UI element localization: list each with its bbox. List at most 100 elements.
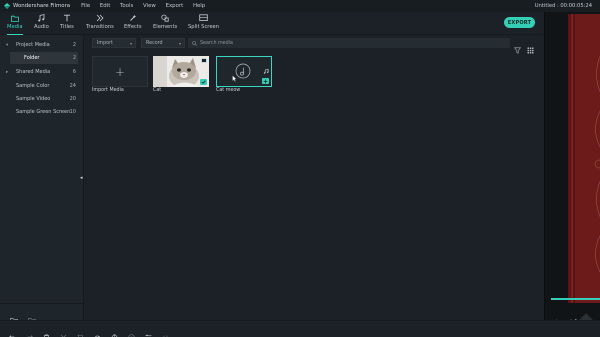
delete-folder-icon[interactable]: [28, 309, 36, 324]
import-media-label: Import Media: [92, 88, 124, 93]
sidebar-item-count: 24: [69, 83, 76, 89]
media-tile-cat-meow-label: Cat meow: [216, 88, 241, 93]
undo-icon[interactable]: [9, 326, 16, 337]
folder-icon: [10, 14, 19, 22]
search-icon: [192, 40, 197, 46]
new-folder-icon[interactable]: [10, 309, 18, 324]
document-title: Untitled : 00:00:05:24: [534, 3, 592, 9]
sidebar-item-count: 10: [69, 109, 76, 115]
playback-progress-bar[interactable]: [551, 298, 600, 300]
import-dropdown[interactable]: Import ▾: [92, 38, 136, 48]
tab-transitions[interactable]: Transitions: [86, 14, 114, 34]
menu-tools[interactable]: Tools: [120, 3, 133, 9]
add-to-timeline-icon[interactable]: [262, 78, 269, 84]
collapse-panel-handle[interactable]: ◂: [80, 175, 84, 181]
audio-mixer-icon[interactable]: [162, 326, 169, 337]
filmora-logo-icon: [3, 2, 11, 10]
tab-titles[interactable]: Titles: [60, 14, 74, 34]
menu-export[interactable]: Export: [166, 3, 184, 9]
sidebar-item-sample-video[interactable]: Sample Video 20: [0, 93, 84, 105]
tab-audio[interactable]: Audio: [34, 14, 49, 34]
sidebar-item-project-media[interactable]: ▾ Project Media 2: [0, 39, 84, 51]
mouse-cursor-icon: [232, 75, 237, 82]
tab-audio-label: Audio: [34, 24, 49, 30]
tab-elements-label: Elements: [153, 24, 178, 30]
menu-edit[interactable]: Edit: [100, 3, 110, 9]
tab-effects[interactable]: Effects: [124, 14, 142, 34]
menu-bar: File Edit Tools View Export Help: [81, 3, 213, 9]
import-media-tile[interactable]: +: [92, 56, 148, 87]
elements-icon: [161, 14, 170, 22]
previous-frame-icon[interactable]: [570, 310, 577, 326]
redo-icon[interactable]: [26, 326, 33, 337]
sidebar-item-label: Project Media: [16, 42, 50, 48]
ornament-pattern-image: [571, 14, 600, 303]
preview-video-frame: [568, 14, 600, 303]
menu-file[interactable]: File: [81, 3, 90, 9]
tab-split-screen[interactable]: Split Screen: [188, 14, 219, 34]
module-toolbar: Media Audio Titles Transitions Effects E…: [0, 12, 543, 35]
sidebar-footer: [0, 303, 84, 324]
import-dropdown-label: Import: [97, 40, 113, 46]
media-tile-cat[interactable]: [153, 56, 209, 87]
sidebar-item-label: Sample Color: [16, 83, 50, 89]
collapse-arrow-icon: ▸: [6, 69, 9, 75]
timeline-toolbar: [0, 320, 600, 337]
tab-titles-label: Titles: [60, 24, 74, 30]
chevron-down-icon: ▾: [129, 41, 132, 46]
export-button[interactable]: EXPORT: [504, 17, 535, 28]
media-tile-cat-label: Cat: [153, 88, 162, 93]
delete-icon[interactable]: [43, 326, 50, 337]
filter-icon[interactable]: [513, 39, 522, 54]
sidebar-item-shared-media[interactable]: ▸ Shared Media 6: [0, 66, 84, 78]
text-t-icon: [62, 14, 71, 22]
app-name: Wondershare Filmora: [13, 3, 71, 9]
media-library-sidebar: ▾ Project Media 2 Folder 2 ▸ Shared Medi…: [0, 35, 84, 324]
sidebar-item-label: Folder: [24, 55, 40, 61]
duration-icon[interactable]: [111, 326, 118, 337]
record-dropdown-label: Record: [146, 40, 163, 46]
sidebar-item-sample-color[interactable]: Sample Color 24: [0, 80, 84, 92]
preview-panel: [544, 12, 600, 333]
effects-icon: [128, 14, 137, 22]
sidebar-item-sample-green-screen[interactable]: Sample Green Screen 10: [0, 106, 84, 118]
expand-arrow-icon: ▾: [6, 42, 9, 48]
audio-adjust-icon[interactable]: [145, 326, 152, 337]
menu-view[interactable]: View: [143, 3, 156, 9]
record-dropdown[interactable]: Record ▾: [141, 38, 185, 48]
sidebar-item-label: Sample Green Screen: [16, 109, 71, 115]
cut-icon[interactable]: [60, 326, 67, 337]
media-panel: Import ▾ Record ▾ Search media + Import …: [86, 35, 543, 320]
tab-transitions-label: Transitions: [86, 24, 114, 30]
plus-icon: +: [114, 64, 126, 79]
transition-icon: [95, 14, 104, 22]
sidebar-item-count: 20: [69, 96, 76, 102]
chevron-down-icon: ▾: [178, 41, 181, 46]
color-icon[interactable]: [128, 326, 135, 337]
tab-elements[interactable]: Elements: [153, 14, 177, 34]
tab-media-label: Media: [7, 24, 23, 30]
music-note-icon: [37, 14, 46, 22]
sidebar-item-count: 2: [72, 55, 76, 61]
sidebar-item-label: Shared Media: [16, 69, 51, 75]
volume-icon[interactable]: [553, 310, 560, 325]
tab-split-screen-label: Split Screen: [188, 24, 219, 30]
grid-view-icon[interactable]: [527, 39, 534, 54]
search-input[interactable]: Search media: [188, 38, 510, 48]
checkmark-icon: [200, 79, 207, 85]
search-placeholder: Search media: [200, 40, 233, 46]
title-bar: Wondershare Filmora File Edit Tools View…: [0, 0, 600, 12]
tab-effects-label: Effects: [124, 24, 142, 30]
music-note-icon: [263, 59, 269, 74]
media-tile-cat-meow[interactable]: [216, 56, 272, 87]
sidebar-item-count: 2: [72, 42, 76, 48]
menu-help[interactable]: Help: [193, 3, 205, 9]
media-filters: Import ▾ Record ▾: [92, 38, 190, 49]
crop-icon[interactable]: [77, 326, 84, 337]
video-type-icon: [201, 58, 207, 63]
sidebar-item-count: 6: [72, 69, 76, 75]
speed-icon[interactable]: [94, 326, 101, 337]
sidebar-item-folder[interactable]: Folder 2: [10, 52, 78, 64]
tab-media[interactable]: Media: [6, 14, 23, 35]
sidebar-item-label: Sample Video: [16, 96, 51, 102]
